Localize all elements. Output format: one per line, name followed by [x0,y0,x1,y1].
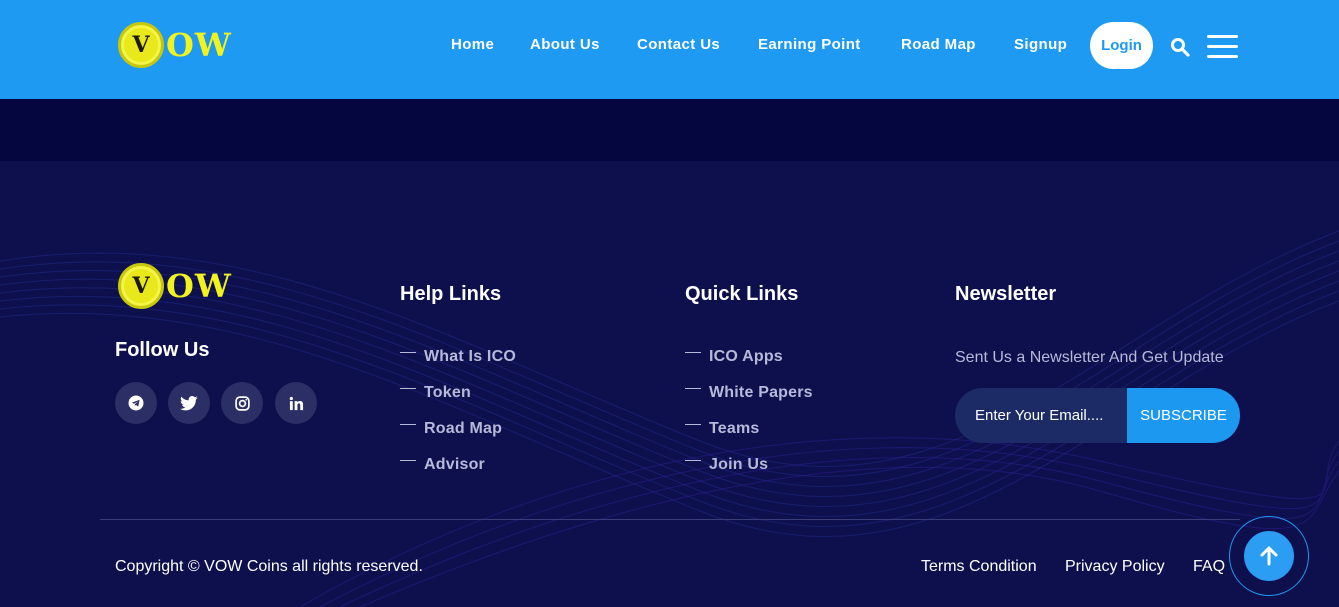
dash-icon [685,352,701,354]
twitter-link[interactable] [168,382,210,424]
hamburger-menu-icon[interactable] [1207,35,1238,59]
nav-item-earning-point[interactable]: Earning Point [758,36,861,53]
twitter-icon [180,395,198,410]
logo-wordmark: OW [166,26,232,64]
terms-condition-link[interactable]: Terms Condition [921,558,1037,576]
newsletter-email-input[interactable] [955,388,1127,443]
nav-item-home[interactable]: Home [451,36,494,53]
nav-item-about-us[interactable]: About Us [530,36,600,53]
dash-icon [400,388,416,390]
arrow-up-icon [1260,546,1278,566]
quick-link-join-us[interactable]: Join Us [685,456,768,474]
dash-icon [400,352,416,354]
instagram-link[interactable] [221,382,263,424]
logo-coin-icon: V [118,263,164,309]
logo-wordmark: OW [166,267,232,305]
help-link-road-map[interactable]: Road Map [400,420,502,438]
newsletter-form: SUBSCRIBE [955,388,1240,443]
wave-background [0,230,1339,607]
dash-icon [685,388,701,390]
hero-band [0,99,1339,161]
site-header: V OW Home About Us Contact Us Earning Po… [0,0,1339,99]
search-icon[interactable] [1170,37,1190,57]
linkedin-icon [289,396,303,410]
follow-us-heading: Follow Us [115,339,210,361]
dash-icon [400,460,416,462]
nav-item-contact-us[interactable]: Contact Us [637,36,720,53]
faq-link[interactable]: FAQ [1193,558,1225,576]
newsletter-description: Sent Us a Newsletter And Get Update [955,349,1224,366]
scroll-to-top-button[interactable] [1244,531,1294,581]
telegram-icon [128,395,144,411]
nav-item-signup[interactable]: Signup [1014,36,1067,53]
dash-icon [685,460,701,462]
help-link-what-is-ico[interactable]: What Is ICO [400,348,516,366]
footer-divider [100,519,1240,520]
privacy-policy-link[interactable]: Privacy Policy [1065,558,1165,576]
quick-link-teams[interactable]: Teams [685,420,760,438]
quick-link-white-papers[interactable]: White Papers [685,384,813,402]
login-button[interactable]: Login [1090,22,1153,69]
help-links-heading: Help Links [400,283,502,305]
logo-coin-icon: V [118,22,164,68]
instagram-icon [234,395,250,411]
site-footer: V OW Follow Us Help Links What Is ICO To… [0,161,1339,607]
quick-link-ico-apps[interactable]: ICO Apps [685,348,783,366]
help-link-token[interactable]: Token [400,384,471,402]
telegram-link[interactable] [115,382,157,424]
nav-item-road-map[interactable]: Road Map [901,36,976,53]
help-link-advisor[interactable]: Advisor [400,456,485,474]
header-logo[interactable]: V OW [118,22,232,68]
footer-logo[interactable]: V OW [118,263,232,309]
linkedin-link[interactable] [275,382,317,424]
dash-icon [685,424,701,426]
quick-links-heading: Quick Links [685,283,799,305]
copyright-text: Copyright © VOW Coins all rights reserve… [115,558,423,575]
subscribe-button[interactable]: SUBSCRIBE [1127,388,1240,443]
dash-icon [400,424,416,426]
newsletter-heading: Newsletter [955,283,1057,305]
